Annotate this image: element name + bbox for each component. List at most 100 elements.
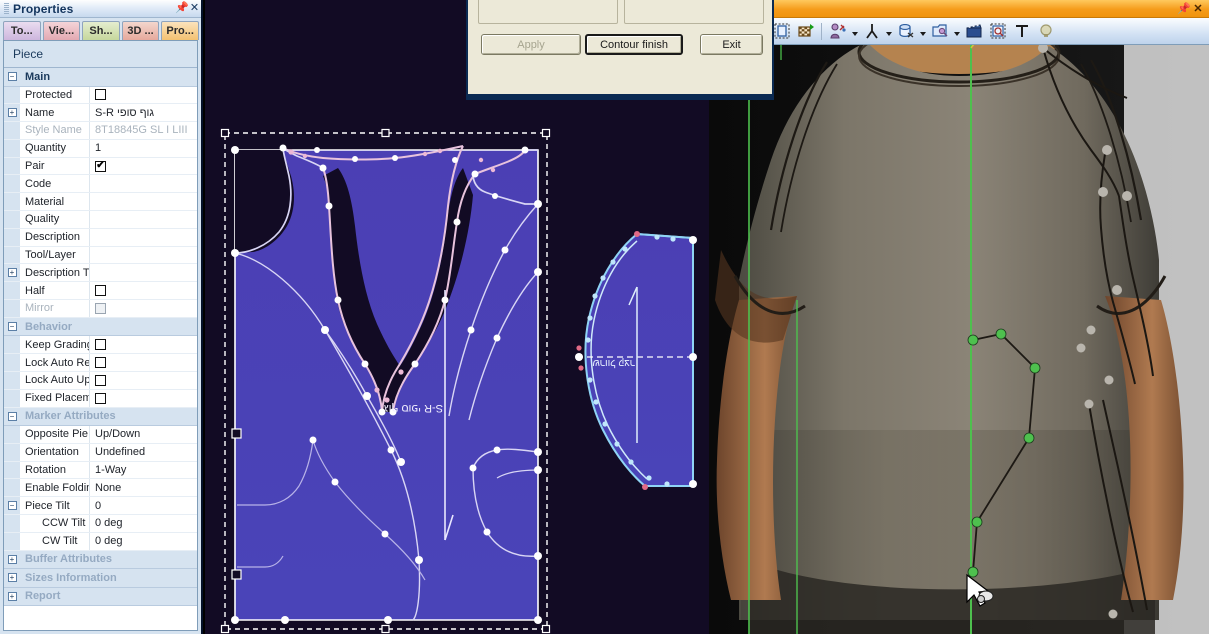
expand-icon[interactable]: + xyxy=(7,554,17,564)
property-row[interactable]: Fixed Placem xyxy=(4,389,197,408)
property-label: Rotation xyxy=(20,461,90,479)
tab-shape[interactable]: Sh... xyxy=(82,21,120,40)
property-value[interactable]: Undefined xyxy=(90,444,197,461)
toolbar-separator xyxy=(821,22,822,40)
property-section-header[interactable]: − Behavior xyxy=(4,317,197,337)
property-section-header[interactable]: − Main xyxy=(4,68,197,87)
simulation-3d-view[interactable]: 📌 ✕ xyxy=(709,0,1209,634)
property-value[interactable] xyxy=(90,247,197,264)
pin-icon[interactable]: 📌 xyxy=(175,2,189,15)
checkbox-unchecked[interactable] xyxy=(95,357,106,369)
property-grid[interactable]: − Main Protected + Name S-R גוף סופי Style Nam… xyxy=(4,68,197,630)
collapse-icon[interactable]: − xyxy=(7,501,17,511)
property-label: Piece Tilt xyxy=(20,497,90,515)
property-row[interactable]: CCW Tilt 0 deg xyxy=(4,515,197,533)
contour-finish-button[interactable]: Contour finish xyxy=(585,34,683,55)
apply-fabric-button[interactable] xyxy=(794,20,817,42)
avatar-settings-dropdown[interactable] xyxy=(850,20,859,42)
property-value[interactable]: S-R גוף סופי xyxy=(90,104,197,121)
contour-tool-dialog[interactable]: Button Notch Curve Non Curve Notch: xyxy=(466,0,774,100)
property-row[interactable]: Lock Auto Up xyxy=(4,371,197,390)
checkbox-unchecked[interactable] xyxy=(95,89,106,101)
close-icon[interactable]: ✕ xyxy=(1191,2,1205,15)
property-section-header-collapsed[interactable]: + Report xyxy=(4,587,197,607)
collapse-icon[interactable]: − xyxy=(7,72,17,82)
expand-icon[interactable]: + xyxy=(7,591,17,601)
property-row[interactable]: Rotation 1-Way xyxy=(4,461,197,480)
apply-button[interactable]: Apply xyxy=(481,34,581,55)
property-value[interactable]: 1-Way xyxy=(90,462,197,479)
collapse-icon[interactable]: − xyxy=(7,322,17,332)
property-value[interactable] xyxy=(90,229,197,246)
property-row[interactable]: Quality xyxy=(4,211,197,229)
property-value[interactable]: 0 deg xyxy=(90,533,197,550)
property-row[interactable]: Description xyxy=(4,228,197,247)
expand-icon[interactable]: + xyxy=(7,268,17,278)
property-value[interactable]: 0 xyxy=(90,497,197,514)
property-row[interactable]: Keep Grading xyxy=(4,336,197,355)
property-row[interactable]: Protected xyxy=(4,86,197,105)
checkbox-checked[interactable]: ✔ xyxy=(95,160,106,172)
property-row[interactable]: + Name S-R גוף סופי xyxy=(4,104,197,123)
checkbox-unchecked[interactable] xyxy=(95,339,106,351)
property-value[interactable] xyxy=(90,193,197,210)
property-label: Lock Auto Up xyxy=(20,371,90,389)
property-row[interactable]: Half xyxy=(4,282,197,301)
property-label: Style Name xyxy=(20,122,90,139)
property-value[interactable]: None xyxy=(90,479,197,496)
checkbox-unchecked[interactable] xyxy=(95,285,106,297)
property-row[interactable]: Lock Auto Re xyxy=(4,354,197,372)
collapse-icon[interactable]: − xyxy=(7,411,17,421)
property-value[interactable]: 8T18845G SL I LIII xyxy=(90,122,197,139)
property-row[interactable]: Tool/Layer xyxy=(4,246,197,265)
property-row[interactable]: Pair ✔ xyxy=(4,157,197,176)
property-value[interactable]: 0 deg xyxy=(90,515,197,532)
grid-gutter xyxy=(4,193,20,211)
tab-view[interactable]: Vie... xyxy=(42,21,81,40)
property-row[interactable]: − Piece Tilt 0 xyxy=(4,497,197,516)
tab-properties[interactable]: Pro... xyxy=(161,21,199,40)
tab-tools[interactable]: To... xyxy=(3,21,41,40)
property-row[interactable]: Orientation Undefined xyxy=(4,443,197,462)
avatar-pose-dropdown[interactable] xyxy=(884,20,893,42)
property-row[interactable]: + Description T xyxy=(4,264,197,283)
avatar-render[interactable] xyxy=(709,0,1209,634)
render-image-dropdown[interactable] xyxy=(952,20,961,42)
tab-3d[interactable]: 3D ... xyxy=(121,21,160,40)
property-row[interactable]: Enable Foldin None xyxy=(4,479,197,498)
property-section-header[interactable]: − Marker Attributes xyxy=(4,407,197,427)
close-icon[interactable]: ✕ xyxy=(188,2,201,15)
property-value[interactable] xyxy=(90,264,197,281)
text-annotation-button[interactable] xyxy=(1010,20,1033,42)
checkbox-unchecked[interactable] xyxy=(95,374,106,386)
expand-icon[interactable]: + xyxy=(7,573,17,583)
property-section-header-collapsed[interactable]: + Sizes Information xyxy=(4,569,197,588)
cloth-properties-dropdown[interactable] xyxy=(918,20,927,42)
property-value[interactable]: Up/Down xyxy=(90,426,197,443)
property-value[interactable] xyxy=(90,211,197,228)
avatar-pose-button[interactable] xyxy=(860,20,883,42)
property-row[interactable]: Mirror xyxy=(4,300,197,318)
preview-render-button[interactable] xyxy=(986,20,1009,42)
property-section-header-collapsed[interactable]: + Buffer Attributes xyxy=(4,550,197,570)
property-value[interactable]: 1 xyxy=(90,140,197,157)
property-row[interactable]: Material xyxy=(4,193,197,212)
checkbox-unchecked[interactable] xyxy=(95,302,106,314)
cloth-properties-button[interactable] xyxy=(894,20,917,42)
record-animation-button[interactable] xyxy=(962,20,985,42)
render-image-button[interactable] xyxy=(928,20,951,42)
property-row[interactable]: Quantity 1 xyxy=(4,139,197,158)
avatar-settings-button[interactable] xyxy=(826,20,849,42)
expand-icon[interactable]: + xyxy=(7,108,17,118)
property-row[interactable]: Style Name 8T18845G SL I LIII xyxy=(4,122,197,140)
lighting-button[interactable] xyxy=(1034,20,1057,42)
body-front-back-piece[interactable]: S-R גוף סופי xyxy=(231,144,542,625)
property-row[interactable]: CW Tilt 0 deg xyxy=(4,532,197,551)
pin-icon[interactable]: 📌 xyxy=(1177,2,1191,15)
exit-button[interactable]: Exit xyxy=(700,34,763,55)
checkbox-unchecked[interactable] xyxy=(95,392,106,404)
property-row[interactable]: Code xyxy=(4,175,197,194)
property-row[interactable]: Opposite Pie Up/Down xyxy=(4,426,197,444)
panel-drag-grip[interactable] xyxy=(4,3,9,14)
property-value[interactable] xyxy=(90,175,197,192)
